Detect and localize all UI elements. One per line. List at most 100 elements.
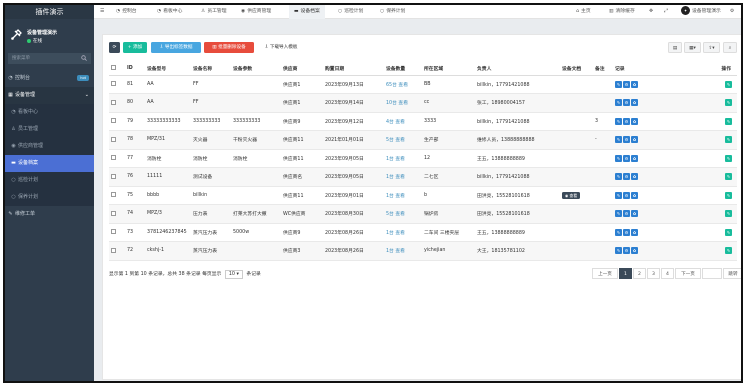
sidebar-item-dashboard[interactable]: ◔ 控制台 hot	[5, 70, 94, 87]
select-all-cell[interactable]	[109, 62, 125, 76]
edit-row-icon[interactable]: ✎	[725, 247, 732, 255]
col-header[interactable]: 操作	[662, 62, 737, 76]
row-select-cell[interactable]	[109, 93, 125, 113]
edit-row-icon[interactable]: ✎	[725, 80, 732, 88]
qty-view-link[interactable]: 1台 查看	[386, 231, 405, 236]
record-settings-icon[interactable]: ✿	[631, 228, 638, 236]
edit-row-icon[interactable]: ✎	[725, 228, 732, 236]
qty-view-link[interactable]: 1台 查看	[386, 249, 405, 254]
row-checkbox[interactable]	[111, 118, 116, 124]
prev-page-button[interactable]: 上一页	[592, 268, 618, 279]
row-select-cell[interactable]	[109, 241, 125, 261]
edit-row-icon[interactable]: ✎	[725, 136, 732, 144]
add-button[interactable]: + 添加	[123, 42, 147, 53]
record-settings-icon[interactable]: ✿	[631, 80, 638, 88]
jump-page-input[interactable]	[702, 268, 722, 279]
row-select-cell[interactable]	[109, 112, 125, 131]
record-edit-icon[interactable]: ✎	[615, 117, 622, 125]
record-settings-icon[interactable]: ✿	[631, 154, 638, 162]
col-header[interactable]: 设备名称	[191, 62, 231, 76]
export-button[interactable]: ⇪▾	[703, 42, 720, 53]
sidebar-item-kanban[interactable]: ◔ 看板中心	[5, 104, 94, 121]
row-select-cell[interactable]	[109, 204, 125, 224]
search-icon[interactable]	[81, 55, 87, 61]
record-settings-icon[interactable]: ✿	[631, 247, 638, 255]
sidebar-search-input[interactable]	[8, 53, 78, 64]
search-button[interactable]: ⌕	[723, 42, 737, 53]
record-edit-icon[interactable]: ✎	[615, 228, 622, 236]
row-checkbox[interactable]	[111, 229, 116, 235]
col-header[interactable]: 负责人	[475, 62, 560, 76]
qty-view-link[interactable]: 1台 查看	[386, 175, 405, 180]
record-gear-icon[interactable]: ⚙	[623, 191, 630, 199]
sidebar-item-inspection-plan[interactable]: ○ 巡检计划	[5, 172, 94, 189]
record-gear-icon[interactable]: ⚙	[623, 117, 630, 125]
tab-maintenance-plan[interactable]: ○ 保养计划	[380, 5, 405, 19]
qty-view-link[interactable]: 65台 查看	[386, 83, 408, 88]
col-header[interactable]: 设备文档	[560, 62, 593, 76]
home-link[interactable]: ⌂ 主页	[576, 5, 591, 19]
tab-device-archive[interactable]: ▬ 设备档案	[289, 5, 325, 19]
download-template-button[interactable]: ⇩ 下载导入模板	[257, 42, 305, 53]
fullscreen-icon[interactable]: ⤢	[664, 5, 668, 19]
record-edit-icon[interactable]: ✎	[615, 99, 622, 107]
record-settings-icon[interactable]: ✿	[631, 173, 638, 181]
record-gear-icon[interactable]: ⚙	[623, 247, 630, 255]
row-checkbox[interactable]	[111, 81, 116, 87]
sidebar-item-employees[interactable]: ♙ 员工管理	[5, 121, 94, 138]
col-header[interactable]: ID	[125, 62, 145, 76]
refresh-button[interactable]: ⟳	[109, 42, 120, 53]
record-settings-icon[interactable]: ✿	[631, 99, 638, 107]
col-header[interactable]: 设备参数	[231, 62, 281, 76]
record-edit-icon[interactable]: ✎	[615, 80, 622, 88]
user-menu[interactable]: ✦ 设备管理演示	[681, 5, 721, 19]
record-gear-icon[interactable]: ⚙	[623, 228, 630, 236]
col-header[interactable]: 所在区域	[422, 62, 475, 76]
tab-kanban[interactable]: ◔ 看板中心	[157, 5, 182, 19]
record-gear-icon[interactable]: ⚙	[623, 80, 630, 88]
row-checkbox[interactable]	[111, 210, 116, 216]
page-2-button[interactable]: 2	[633, 268, 646, 279]
jump-button[interactable]: 跳转	[723, 268, 741, 279]
qty-view-link[interactable]: 4台 查看	[386, 120, 405, 125]
record-edit-icon[interactable]: ✎	[615, 173, 622, 181]
pin-icon[interactable]: ✥	[649, 5, 653, 19]
record-gear-icon[interactable]: ⚙	[623, 210, 630, 218]
row-checkbox[interactable]	[111, 247, 116, 253]
select-all-checkbox[interactable]	[111, 65, 116, 71]
sidebar-item-device-management[interactable]: ▦ 设备管理 ⌄	[5, 87, 94, 104]
row-select-cell[interactable]	[109, 130, 125, 150]
sidebar-item-device-archive[interactable]: ▬ 设备档案	[5, 155, 94, 172]
menu-toggle-icon[interactable]: ☰	[100, 5, 104, 19]
record-gear-icon[interactable]: ⚙	[623, 99, 630, 107]
record-edit-icon[interactable]: ✎	[615, 247, 622, 255]
batch-delete-button[interactable]: ▥ 批量删除设备	[204, 42, 254, 53]
qty-view-link[interactable]: 5台 查看	[386, 138, 405, 143]
record-gear-icon[interactable]: ⚙	[623, 154, 630, 162]
col-header[interactable]: 设备数量	[384, 62, 422, 76]
tab-inspection-plan[interactable]: ○ 巡检计划	[338, 5, 363, 19]
page-4-button[interactable]: 4	[661, 268, 674, 279]
col-header[interactable]: 记录	[613, 62, 662, 76]
row-checkbox[interactable]	[111, 99, 116, 105]
qty-view-link[interactable]: 5台 查看	[386, 212, 405, 217]
record-settings-icon[interactable]: ✿	[631, 210, 638, 218]
record-settings-icon[interactable]: ✿	[631, 117, 638, 125]
row-select-cell[interactable]	[109, 75, 125, 94]
col-header[interactable]: 备注	[593, 62, 613, 76]
qty-view-link[interactable]: 1台 查看	[386, 157, 405, 162]
columns-button[interactable]: ▦▾	[684, 42, 701, 53]
record-edit-icon[interactable]: ✎	[615, 191, 622, 199]
col-header[interactable]: 供应商	[281, 62, 323, 76]
record-edit-icon[interactable]: ✎	[615, 210, 622, 218]
row-select-cell[interactable]	[109, 149, 125, 168]
tab-dashboard[interactable]: ◔ 控制台	[116, 5, 137, 19]
row-select-cell[interactable]	[109, 167, 125, 187]
record-settings-icon[interactable]: ✿	[631, 191, 638, 199]
col-header[interactable]: 购置日期	[323, 62, 384, 76]
row-checkbox[interactable]	[111, 155, 116, 161]
edit-row-icon[interactable]: ✎	[725, 99, 732, 107]
edit-row-icon[interactable]: ✎	[725, 191, 732, 199]
record-gear-icon[interactable]: ⚙	[623, 173, 630, 181]
edit-row-icon[interactable]: ✎	[725, 117, 732, 125]
